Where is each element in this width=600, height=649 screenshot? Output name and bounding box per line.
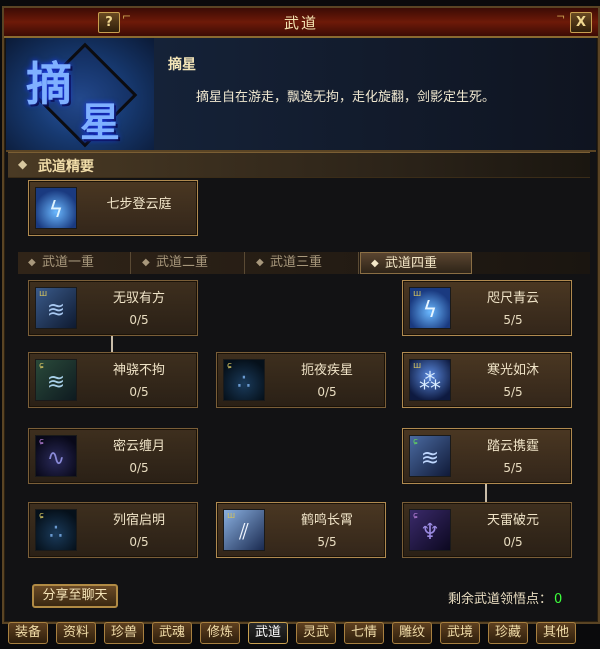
- close-button[interactable]: X: [570, 12, 592, 33]
- skill-node-progress: 5/5: [503, 385, 523, 399]
- skill-node-progress: 5/5: [317, 535, 337, 549]
- tab-bullet-icon: ◆: [256, 257, 264, 268]
- emblem-char-2: 星: [80, 99, 120, 146]
- essentials-title: 武道精要: [38, 159, 94, 175]
- skill-node-name: 扼夜疾星: [300, 363, 353, 378]
- skill-node[interactable]: ш ⁂ 寒光如沐 5/5: [402, 352, 572, 408]
- essential-skill-card[interactable]: ϟ 七步登云庭: [28, 180, 198, 236]
- skill-node-name: 无驭有方: [112, 291, 165, 306]
- skill-node-name: 踏云携霆: [486, 439, 539, 454]
- figure-lightning-icon: ш ϟ: [409, 287, 451, 329]
- skill-node[interactable]: ш ≋ 无驭有方 0/5: [28, 280, 198, 336]
- skill-node-name: 天雷破元: [486, 513, 539, 528]
- skill-node-progress: 0/5: [129, 385, 149, 399]
- nav-martial-realm[interactable]: 武境: [440, 622, 480, 644]
- tab-bullet-icon: ◆: [371, 258, 379, 269]
- skill-node-progress: 0/5: [317, 385, 337, 399]
- nav-martial-soul[interactable]: 武魂: [152, 622, 192, 644]
- skill-node-name: 列宿启明: [112, 513, 165, 528]
- skill-node[interactable]: ɕ ∿ 密云缠月 0/5: [28, 428, 198, 484]
- essential-skill-name: 七步登云庭: [106, 197, 172, 212]
- nav-other[interactable]: 其他: [536, 622, 576, 644]
- emblem-char-1: 摘: [26, 57, 72, 111]
- wing-icon: ɕ ≋: [409, 435, 451, 477]
- tier-tabs: ◆ 武道一重 ◆ 武道二重 ◆ 武道三重 ◆ 武道四重: [18, 252, 590, 274]
- skill-node[interactable]: ш ⫽ 鹤鸣长霄 5/5: [216, 502, 386, 558]
- nav-pets[interactable]: 珍兽: [104, 622, 144, 644]
- tab-bullet-icon: ◆: [142, 257, 150, 268]
- share-to-chat-button[interactable]: 分享至聊天: [32, 584, 118, 608]
- skill-node-name: 神骁不拘: [112, 363, 165, 378]
- purple-swirl-icon: ɕ ∿: [35, 435, 77, 477]
- nav-engraving[interactable]: 雕纹: [392, 622, 432, 644]
- figure-lightning-icon: ϟ: [35, 187, 77, 229]
- remaining-points: 剩余武道领悟点： 0: [448, 588, 562, 607]
- skill-node[interactable]: ш ϟ 咫尺青云 5/5: [402, 280, 572, 336]
- remaining-points-value: 0: [554, 592, 563, 607]
- title-bar[interactable]: ? ⌐ 武道 ¬ X: [4, 8, 598, 38]
- tab-label: 武道三重: [270, 255, 323, 270]
- connector-line: [485, 484, 487, 502]
- skill-header: 摘 星 摘星 摘星自在游走，飘逸无拘，走化旋翻，剑影定生死。: [6, 38, 596, 152]
- spiral-scroll-icon: ɕ ≋: [35, 359, 77, 401]
- tab-label: 武道一重: [42, 255, 95, 270]
- skill-node[interactable]: ɕ ≋ 踏云携霆 5/5: [402, 428, 572, 484]
- skill-node-progress: 0/5: [129, 535, 149, 549]
- orbs-icon: ɕ ∴: [223, 359, 265, 401]
- skill-node[interactable]: ɕ ♆ 天雷破元 0/5: [402, 502, 572, 558]
- skill-node-name: 密云缠月: [112, 439, 165, 454]
- sword-rain-icon: ш ⁂: [409, 359, 451, 401]
- nav-cultivation[interactable]: 修炼: [200, 622, 240, 644]
- nav-profile[interactable]: 资料: [56, 622, 96, 644]
- skill-node-progress: 0/5: [503, 535, 523, 549]
- nav-seven-emotions[interactable]: 七情: [344, 622, 384, 644]
- bottom-nav: 装备 资料 珍兽 武魂 修炼 武道 灵武 七情 雕纹 武境 珍藏 其他: [8, 622, 592, 646]
- connector-line: [111, 334, 113, 352]
- remaining-points-label: 剩余武道领悟点：: [448, 592, 553, 607]
- tab-bullet-icon: ◆: [28, 257, 36, 268]
- bullet-icon: ◆: [18, 157, 28, 171]
- skill-node-name: 咫尺青云: [486, 291, 539, 306]
- tab-tier-4[interactable]: ◆ 武道四重: [360, 252, 472, 274]
- nav-equipment[interactable]: 装备: [8, 622, 48, 644]
- skill-node[interactable]: ɕ ≋ 神骁不拘 0/5: [28, 352, 198, 408]
- essentials-header: ◆ 武道精要: [8, 152, 590, 178]
- skill-node[interactable]: ɕ ∴ 扼夜疾星 0/5: [216, 352, 386, 408]
- tab-tier-1[interactable]: ◆ 武道一重: [18, 252, 131, 274]
- skill-description: 摘星自在游走，飘逸无拘，走化旋翻，剑影定生死。: [196, 90, 496, 105]
- nav-wudao[interactable]: 武道: [248, 622, 288, 644]
- skill-node-progress: 5/5: [503, 461, 523, 475]
- tab-label: 武道二重: [156, 255, 209, 270]
- skill-node-progress: 0/5: [129, 461, 149, 475]
- tab-label: 武道四重: [385, 256, 438, 271]
- skill-node-progress: 5/5: [503, 313, 523, 327]
- tab-tier-2[interactable]: ◆ 武道二重: [132, 252, 245, 274]
- wudao-window: ? ⌐ 武道 ¬ X 摘 星 摘星 摘星自在游走，飘逸无拘，走化旋翻，剑影定生死…: [2, 6, 600, 624]
- skill-node-progress: 0/5: [129, 313, 149, 327]
- orbs-icon: ɕ ∴: [35, 509, 77, 551]
- corner-ornament-icon: ¬: [556, 10, 566, 23]
- skill-node-name: 寒光如沐: [486, 363, 539, 378]
- nav-collection[interactable]: 珍藏: [488, 622, 528, 644]
- tab-tier-3[interactable]: ◆ 武道三重: [246, 252, 359, 274]
- scroll-icon: ш ≋: [35, 287, 77, 329]
- nav-spirit-weapon[interactable]: 灵武: [296, 622, 336, 644]
- purple-figure-icon: ɕ ♆: [409, 509, 451, 551]
- skill-emblem: 摘 星: [6, 38, 154, 150]
- window-title: 武道: [283, 14, 318, 32]
- blade-flash-icon: ш ⫽: [223, 509, 265, 551]
- skill-node-name: 鹤鸣长霄: [300, 513, 353, 528]
- skill-node[interactable]: ɕ ∴ 列宿启明 0/5: [28, 502, 198, 558]
- skill-name: 摘星: [168, 57, 196, 73]
